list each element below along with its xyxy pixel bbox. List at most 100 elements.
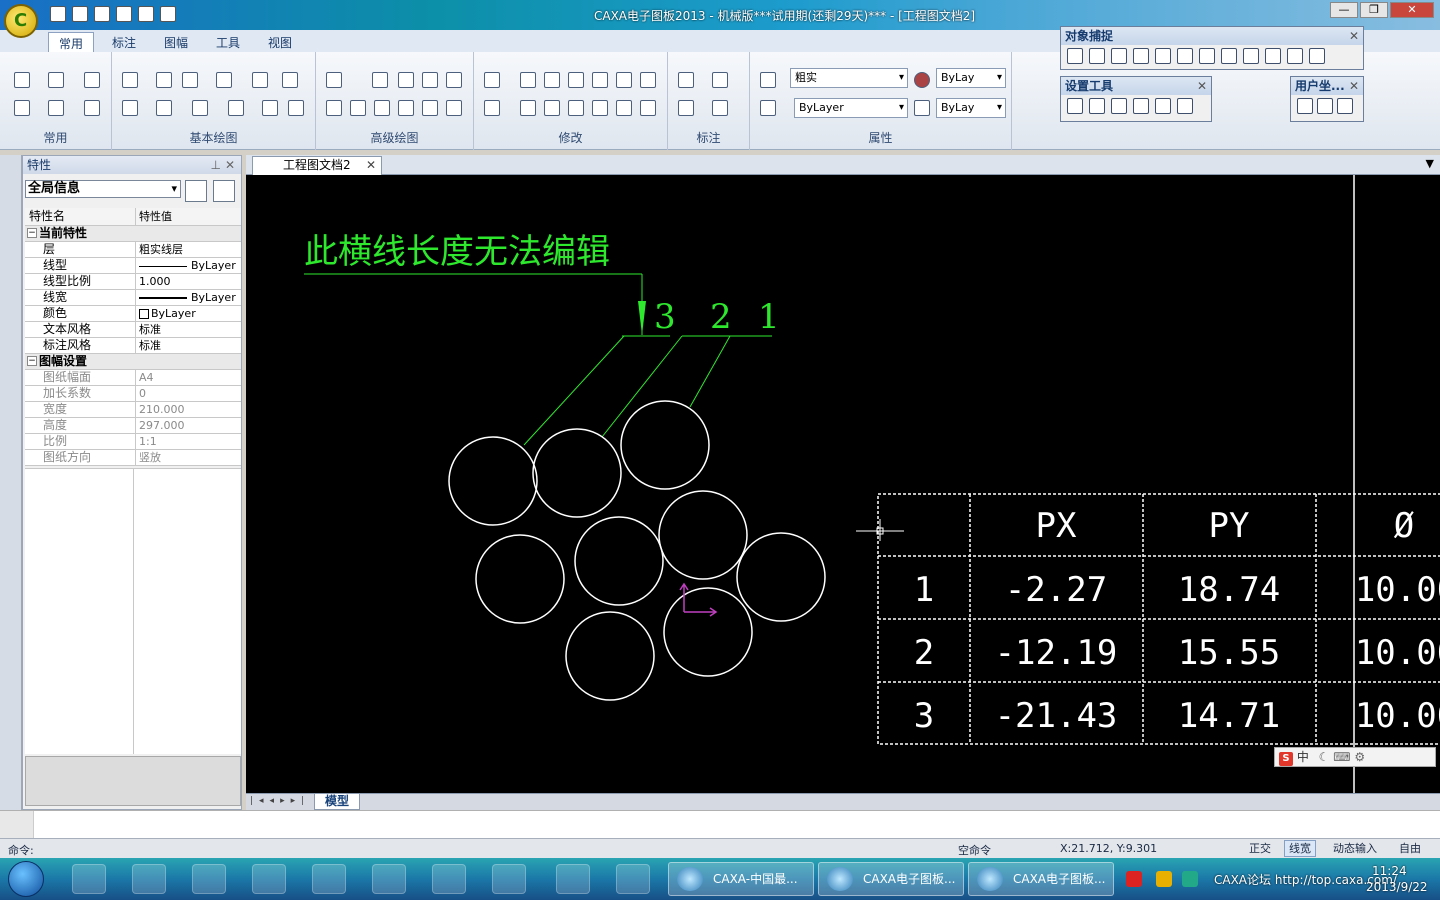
taskbar-task[interactable]: CAXA电子图板...: [818, 862, 964, 896]
extend-icon[interactable]: [544, 100, 560, 116]
tab-sheet[interactable]: 图幅: [164, 34, 188, 51]
polyline-icon[interactable]: [282, 72, 298, 88]
parallel-line-icon[interactable]: [156, 72, 172, 88]
tab-menu-icon[interactable]: ▼: [1426, 157, 1434, 170]
ortho-toggle[interactable]: 正交: [1244, 840, 1276, 857]
hole-icon[interactable]: [446, 72, 462, 88]
block-icon[interactable]: [228, 100, 244, 116]
redo-icon[interactable]: [160, 6, 176, 22]
select-objects-icon[interactable]: [213, 180, 235, 202]
pinned-app-icon[interactable]: [72, 864, 106, 894]
line-icon[interactable]: [122, 72, 138, 88]
close-icon[interactable]: ✕: [1349, 27, 1359, 45]
clock-date[interactable]: 2013/9/22: [1366, 880, 1428, 894]
zoom-icon[interactable]: [14, 100, 30, 116]
pin-icon[interactable]: ⊥: [211, 156, 221, 174]
gear-icon[interactable]: [326, 100, 342, 116]
snap-mode-toggle[interactable]: 自由: [1394, 840, 1426, 857]
fillet-icon[interactable]: [592, 100, 608, 116]
maximize-button[interactable]: ❐: [1360, 2, 1388, 18]
table-icon[interactable]: [446, 100, 462, 116]
rectangle-icon[interactable]: [252, 72, 268, 88]
snap-tangent-icon[interactable]: [1199, 48, 1215, 64]
minimize-button[interactable]: —: [1330, 2, 1358, 18]
ime-tools-icon[interactable]: ☾ ⌨ ⚙: [1319, 750, 1365, 764]
start-button-icon[interactable]: [8, 861, 44, 897]
document-tab[interactable]: 工程图文档2 ✕: [252, 156, 382, 175]
pinned-app-icon[interactable]: [132, 864, 166, 894]
polygon-icon[interactable]: [422, 72, 438, 88]
tab-dimension[interactable]: 标注: [112, 34, 136, 51]
explode-icon[interactable]: [484, 100, 500, 116]
snap-insert-icon[interactable]: [1265, 48, 1281, 64]
close-icon[interactable]: ✕: [225, 156, 235, 174]
sogou-tray-icon[interactable]: [1126, 871, 1142, 887]
linewidth-icon[interactable]: [760, 100, 776, 116]
taskbar-task[interactable]: CAXA电子图板...: [968, 862, 1114, 896]
snap-parallel-icon[interactable]: [1243, 48, 1259, 64]
spline-icon[interactable]: [326, 72, 342, 88]
text-icon[interactable]: [122, 100, 138, 116]
snap-center-icon[interactable]: [1155, 48, 1171, 64]
app-logo-icon[interactable]: C: [4, 4, 38, 38]
ime-mode[interactable]: 中: [1297, 750, 1309, 764]
explorer-icon[interactable]: [252, 864, 286, 894]
snap-settings-icon[interactable]: [1089, 98, 1105, 114]
break-line-icon[interactable]: [374, 100, 390, 116]
cloud-icon[interactable]: [422, 100, 438, 116]
close-icon[interactable]: ✕: [1349, 77, 1359, 95]
color-combo[interactable]: ByLay: [936, 68, 1006, 88]
prop-row[interactable]: 颜色 ByLayer: [25, 306, 241, 322]
snap-nearest-icon[interactable]: [1309, 48, 1325, 64]
section-sheet[interactable]: − 图幅设置: [25, 354, 241, 370]
layer-manager-icon[interactable]: [760, 72, 776, 88]
properties-icon[interactable]: [84, 72, 100, 88]
circle-icon[interactable]: [182, 72, 198, 88]
pinned-app-icon[interactable]: [556, 864, 590, 894]
hatch-icon[interactable]: [192, 100, 208, 116]
close-icon[interactable]: ✕: [366, 157, 376, 174]
move-icon[interactable]: [520, 72, 536, 88]
new-icon[interactable]: [14, 72, 30, 88]
prop-row[interactable]: 线型比例 1.000: [25, 274, 241, 290]
linewidth-combo[interactable]: ByLay: [936, 98, 1006, 118]
ie-icon[interactable]: [192, 864, 226, 894]
snap-intersection-icon[interactable]: [1111, 48, 1127, 64]
new-file-icon[interactable]: [50, 6, 66, 22]
centerline-icon[interactable]: [156, 100, 172, 116]
trim-icon[interactable]: [520, 100, 536, 116]
prop-row[interactable]: 线型 ByLayer: [25, 258, 241, 274]
snap-midpoint-icon[interactable]: [1089, 48, 1105, 64]
model-tab[interactable]: 模型: [314, 794, 361, 810]
options-icon[interactable]: [1177, 98, 1193, 114]
command-grip[interactable]: [0, 811, 34, 839]
format-painter-icon[interactable]: [84, 100, 100, 116]
command-prompt[interactable]: 命令:: [8, 842, 34, 858]
properties-selector[interactable]: 全局信息: [25, 180, 181, 198]
command-window[interactable]: [0, 810, 1440, 839]
section-current[interactable]: − 当前特性: [25, 226, 241, 242]
color-wheel-icon[interactable]: [914, 72, 930, 88]
prop-row[interactable]: 线宽 ByLayer: [25, 290, 241, 306]
ucs-switch-icon[interactable]: [1317, 98, 1333, 114]
snap-quadrant-icon[interactable]: [1177, 48, 1193, 64]
text-style-icon[interactable]: [1133, 98, 1149, 114]
offset-icon[interactable]: [640, 100, 656, 116]
scale-icon[interactable]: [640, 72, 656, 88]
point-style-icon[interactable]: [1155, 98, 1171, 114]
magnet-icon[interactable]: [1067, 98, 1083, 114]
pinned-app-icon[interactable]: [492, 864, 526, 894]
pinned-app-icon[interactable]: [432, 864, 466, 894]
arc-icon[interactable]: [216, 72, 232, 88]
tab-view[interactable]: 视图: [268, 34, 292, 51]
ime-toolbar[interactable]: S 中 ☾ ⌨ ⚙: [1274, 747, 1436, 767]
pan-icon[interactable]: [48, 100, 64, 116]
save-icon[interactable]: [94, 6, 110, 22]
clock-time[interactable]: 11:24: [1372, 864, 1407, 878]
close-button[interactable]: ✕: [1390, 2, 1434, 18]
pinned-app-icon[interactable]: [616, 864, 650, 894]
chamfer-icon[interactable]: [568, 100, 584, 116]
roughness-icon[interactable]: [712, 100, 728, 116]
arrow-icon[interactable]: [398, 100, 414, 116]
drawing-canvas[interactable]: 此横线长度无法编辑 3 2 1 PX PY Ø 1 -2.27 18.74 10…: [246, 175, 1440, 793]
